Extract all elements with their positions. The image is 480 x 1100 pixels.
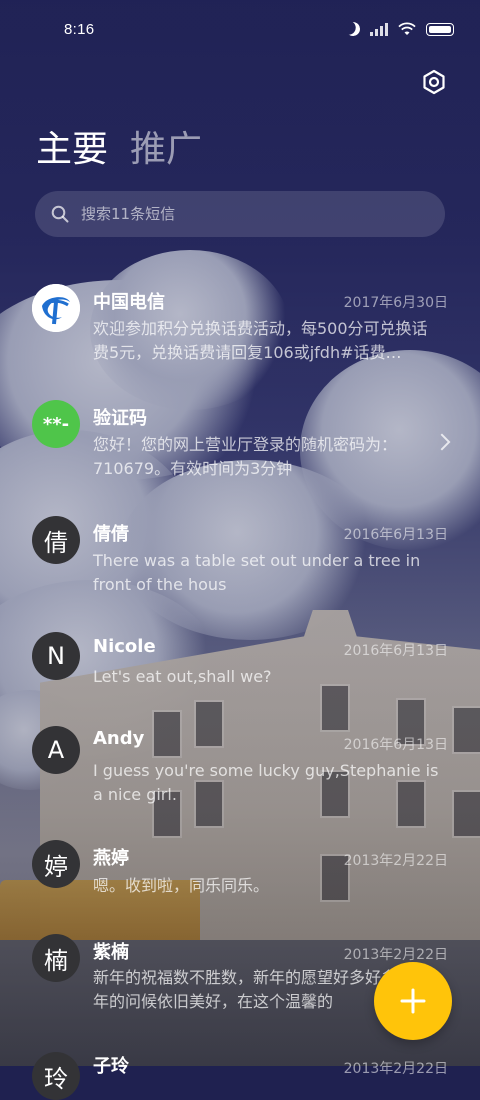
conversation-item[interactable]: 中国电信 2017年6月30日 欢迎参加积分兑换话费活动，每500分可兑换话费5… xyxy=(0,270,480,375)
conversation-item[interactable]: A Andy 2016年6月13日 I guess you're some lu… xyxy=(0,716,480,816)
conversation-item[interactable]: 婷 燕婷 2013年2月22日 嗯。收到啦，同乐同乐。 xyxy=(0,830,480,910)
status-time: 8:16 xyxy=(64,21,95,38)
conversation-name: Andy xyxy=(93,728,145,749)
conversation-date: 2013年2月22日 xyxy=(343,853,448,869)
conversation-name: 燕婷 xyxy=(93,848,129,869)
signal-icon xyxy=(370,22,388,36)
status-bar: 8:16 xyxy=(0,0,480,62)
tab-main[interactable]: 主要 xyxy=(36,120,108,172)
conversation-preview: 欢迎参加积分兑换话费活动，每500分可兑换话费5元，兑换话费请回复106或jfd… xyxy=(93,319,428,362)
new-message-button[interactable] xyxy=(374,962,452,1040)
conversation-preview: Let's eat out,shall we? xyxy=(93,667,272,686)
conversation-date: 2013年2月22日 xyxy=(343,947,448,963)
avatar: 楠 xyxy=(32,934,80,982)
avatar: N xyxy=(32,632,80,680)
conversation-name: 倩倩 xyxy=(93,524,129,545)
conversation-date: 2017年6月30日 xyxy=(343,295,448,311)
conversation-item[interactable]: **- 验证码 您好！您的网上营业厅登录的随机密码为：710679。有效时间为3… xyxy=(0,388,480,488)
conversation-item[interactable]: 倩 倩倩 2016年6月13日 There was a table set ou… xyxy=(0,506,480,606)
settings-icon[interactable] xyxy=(420,68,448,96)
battery-icon xyxy=(426,22,454,36)
tab-promotions[interactable]: 推广 xyxy=(130,120,202,172)
avatar: 玲 xyxy=(32,1052,80,1100)
conversation-date: 2013年2月22日 xyxy=(343,1061,448,1077)
avatar: A xyxy=(32,726,80,774)
conversation-preview: 嗯。收到啦，同乐同乐。 xyxy=(93,876,270,895)
conversation-name: 紫楠 xyxy=(93,942,129,963)
conversation-preview: I guess you're some lucky guy,Stephanie … xyxy=(93,761,439,804)
china-telecom-logo-icon xyxy=(32,284,80,332)
conversation-date: 2016年6月13日 xyxy=(343,737,448,753)
avatar: 婷 xyxy=(32,840,80,888)
conversation-name: 子玲 xyxy=(93,1056,129,1077)
plus-icon xyxy=(400,988,426,1014)
conversation-preview: There was a table set out under a tree i… xyxy=(93,551,421,594)
conversation-item[interactable]: N Nicole 2016年6月13日 Let's eat out,shall … xyxy=(0,622,480,702)
conversation-date: 2016年6月13日 xyxy=(343,527,448,543)
moon-icon xyxy=(345,21,361,37)
conversation-name: Nicole xyxy=(93,636,156,657)
category-tabs: 主要 推广 xyxy=(36,120,202,172)
conversation-item[interactable]: 玲 子玲 2013年2月22日 xyxy=(0,1042,480,1100)
conversation-name: 中国电信 xyxy=(93,292,165,313)
conversation-date: 2016年6月13日 xyxy=(343,643,448,659)
wifi-icon xyxy=(398,22,416,35)
search-input[interactable] xyxy=(79,204,403,224)
avatar: 倩 xyxy=(32,516,80,564)
conversation-name: 验证码 xyxy=(93,408,147,429)
verification-code-avatar: **- xyxy=(32,400,80,448)
search-icon xyxy=(51,205,69,223)
search-bar[interactable] xyxy=(35,191,445,237)
conversation-preview: 您好！您的网上营业厅登录的随机密码为：710679。有效时间为3分钟 xyxy=(93,435,398,478)
